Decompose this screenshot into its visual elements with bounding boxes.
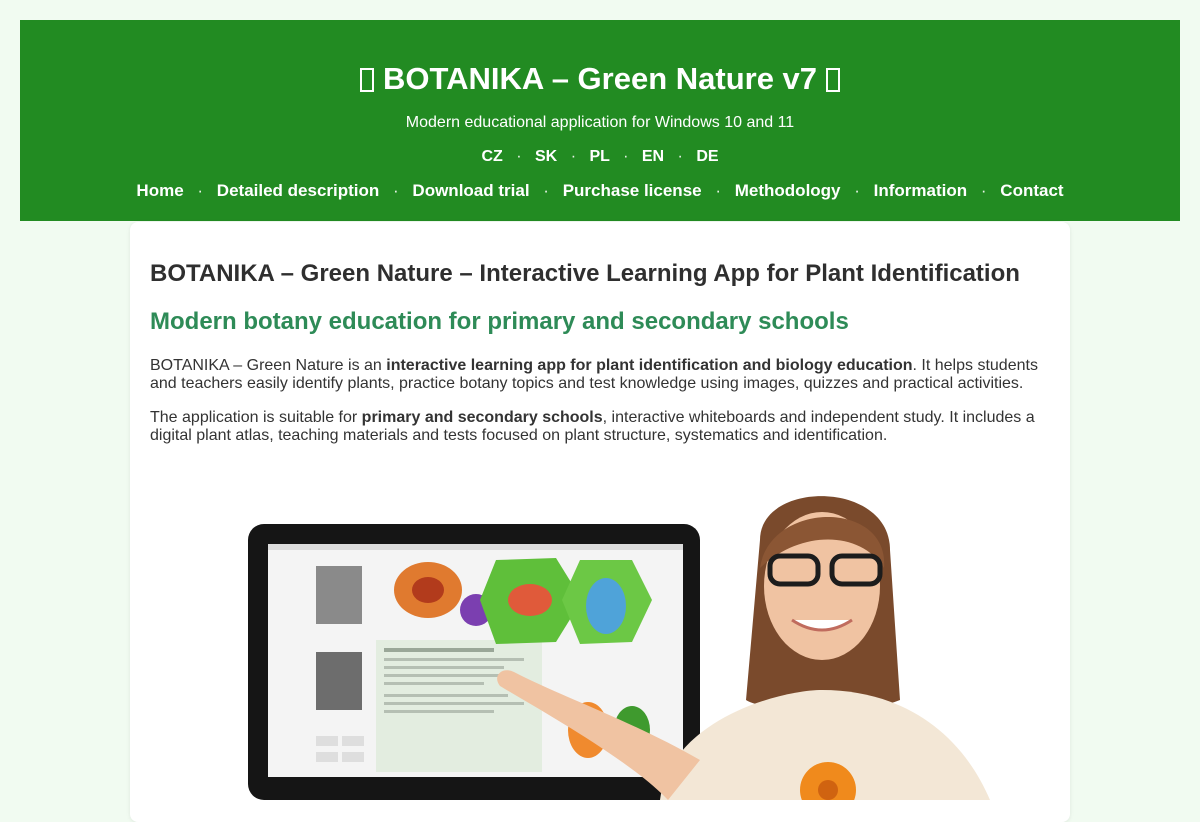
language-switcher: CZ · SK · PL · EN · DE <box>20 147 1180 167</box>
main-nav: Home · Detailed description · Download t… <box>20 181 1180 201</box>
nav-home[interactable]: Home <box>136 181 183 200</box>
missing-glyph-icon <box>825 68 840 92</box>
missing-glyph-icon <box>360 68 375 92</box>
separator: · <box>393 181 399 200</box>
site-header: BOTANIKA – Green Nature v7 Modern educat… <box>20 20 1180 221</box>
suitability-paragraph: The application is suitable for primary … <box>150 409 1050 445</box>
nav-methodology[interactable]: Methodology <box>735 181 841 200</box>
intro-highlight: interactive learning app for plant ident… <box>386 357 913 374</box>
nav-information[interactable]: Information <box>874 181 968 200</box>
site-title: BOTANIKA – Green Nature v7 <box>20 60 1180 98</box>
suitability-highlight: primary and secondary schools <box>361 409 603 426</box>
intro-text: BOTANIKA – Green Nature is an <box>150 357 387 374</box>
lang-de-link[interactable]: DE <box>696 148 718 165</box>
separator: · <box>197 181 204 200</box>
separator: · <box>543 181 549 200</box>
nav-download-trial[interactable]: Download trial <box>412 181 529 200</box>
nav-contact[interactable]: Contact <box>1000 181 1063 200</box>
separator: · <box>570 148 577 165</box>
hero-illustration <box>248 496 990 800</box>
page-heading: BOTANIKA – Green Nature – Interactive Le… <box>150 260 1020 287</box>
lang-pl-link[interactable]: PL <box>589 148 609 165</box>
separator: · <box>980 181 987 200</box>
site-subtitle: Modern educational application for Windo… <box>405 114 795 131</box>
separator: · <box>623 148 629 165</box>
site-title-text: BOTANIKA – Green Nature v7 <box>382 61 818 96</box>
main-content-card: BOTANIKA – Green Nature – Interactive Le… <box>130 222 1070 822</box>
nav-purchase-license[interactable]: Purchase license <box>563 181 702 200</box>
lang-sk-link[interactable]: SK <box>535 148 557 165</box>
page-subheading: Modern botany education for primary and … <box>150 308 849 335</box>
separator: · <box>516 148 522 165</box>
lang-en-link[interactable]: EN <box>642 148 664 165</box>
separator: · <box>854 181 860 200</box>
nav-detailed-description[interactable]: Detailed description <box>217 181 379 200</box>
lang-cz-link[interactable]: CZ <box>481 148 502 165</box>
intro-paragraph: BOTANIKA – Green Nature is an interactiv… <box>150 357 1050 393</box>
separator: · <box>677 148 683 165</box>
separator: · <box>715 181 722 200</box>
suitability-text: The application is suitable for <box>150 409 362 426</box>
